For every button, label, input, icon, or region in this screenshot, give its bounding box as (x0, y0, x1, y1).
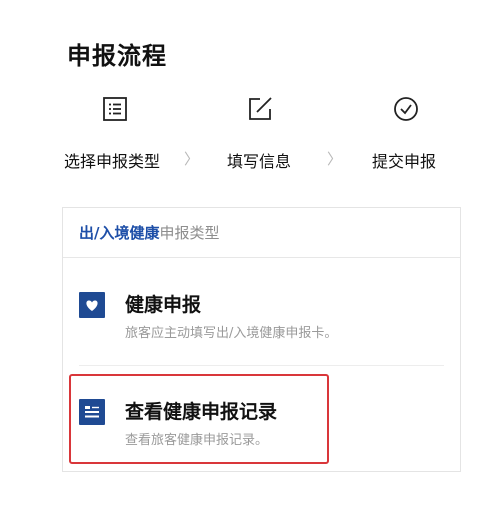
edit-icon (246, 95, 274, 123)
records-icon (79, 399, 105, 425)
item-title: 健康申报 (125, 294, 202, 316)
step-label-fill-info: 填写信息 (227, 152, 292, 171)
page-title: 申报流程 (67, 42, 167, 70)
item-desc: 查看旅客健康申报记录。 (125, 433, 269, 448)
card-header: 出/入境健康申报类型 (63, 208, 460, 258)
step-label-submit: 提交申报 (372, 152, 437, 171)
declaration-page: 申报流程 选择申报类型 〉 填写信息 〉 提交申报 出/入境健康申报类型 健康申… (0, 0, 500, 509)
item-title: 查看健康申报记录 (125, 401, 278, 423)
heart-icon (79, 292, 105, 318)
list-item-view-records[interactable]: 查看健康申报记录 查看旅客健康申报记录。 (79, 399, 444, 459)
divider (79, 365, 444, 366)
list-item-health-declaration[interactable]: 健康申报 旅客应主动填写出/入境健康申报卡。 (79, 292, 444, 352)
declaration-type-card: 出/入境健康申报类型 健康申报 旅客应主动填写出/入境健康申报卡。 查看健康申报… (62, 207, 461, 472)
step-label-select-type: 选择申报类型 (64, 152, 161, 171)
step-separator: 〉 (327, 150, 343, 168)
list-icon (101, 95, 129, 123)
check-circle-icon (392, 95, 420, 123)
step-separator: 〉 (184, 150, 200, 168)
card-header-highlight: 出/入境健康 (79, 224, 160, 242)
card-header-rest: 申报类型 (159, 224, 220, 242)
item-desc: 旅客应主动填写出/入境健康申报卡。 (125, 326, 338, 341)
